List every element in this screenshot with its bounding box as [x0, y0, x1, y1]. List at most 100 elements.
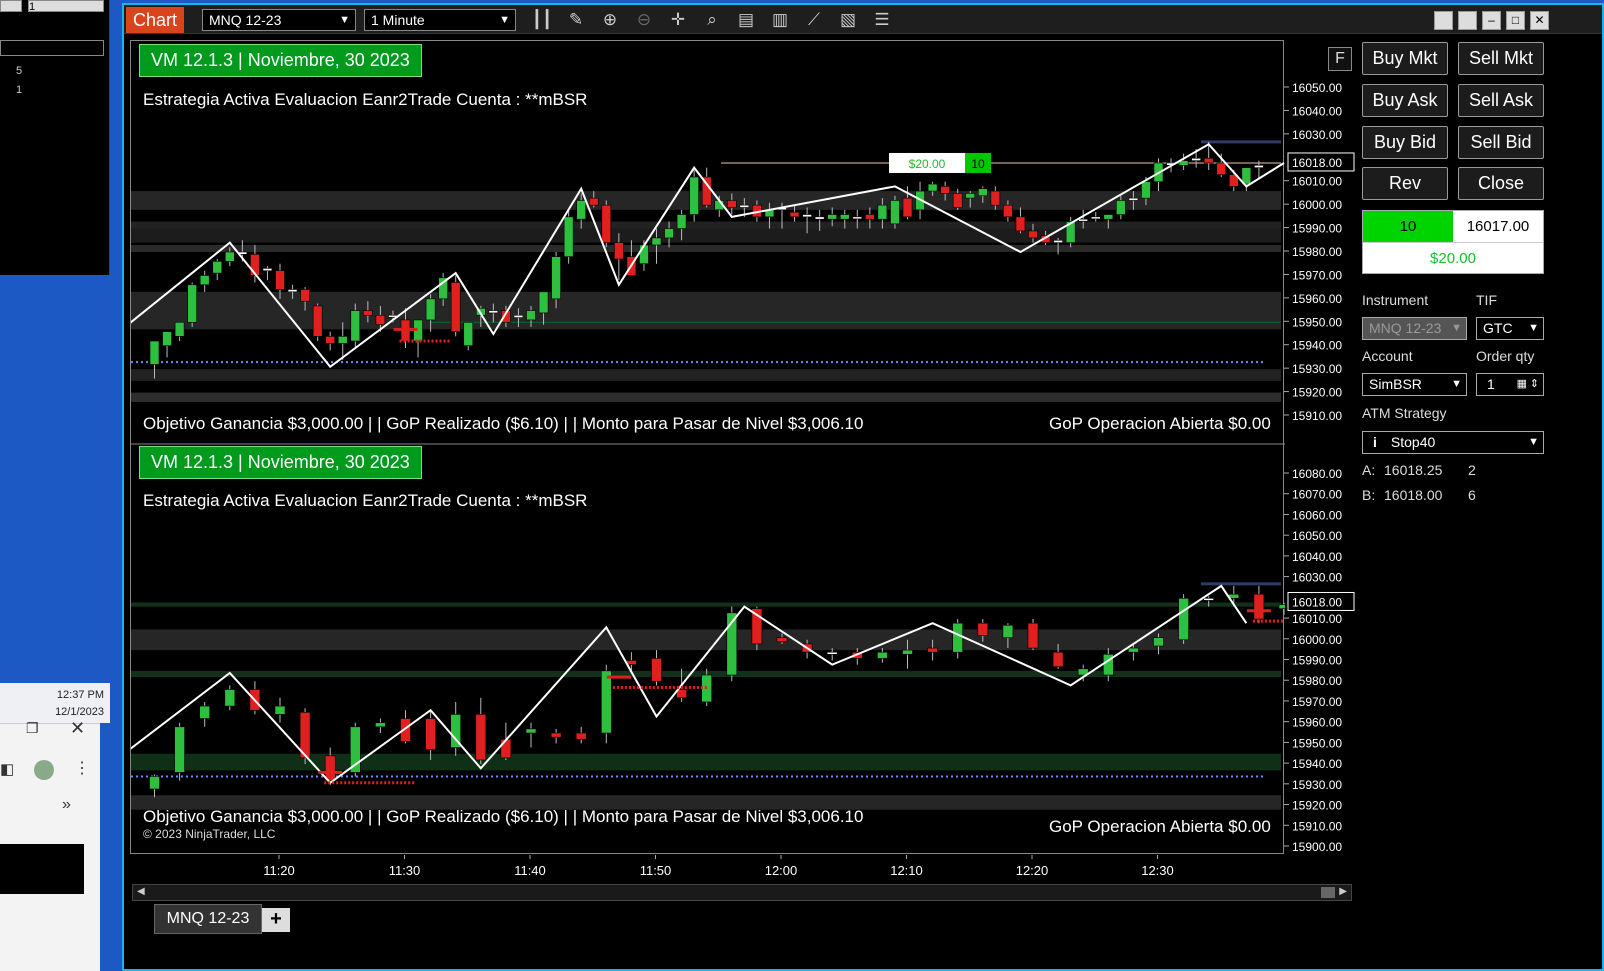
- interval-selector[interactable]: 1 Minute ▼: [364, 9, 516, 31]
- scroll-left-icon[interactable]: ◀: [137, 886, 145, 897]
- info-icon[interactable]: i: [1373, 434, 1377, 450]
- candle: [1052, 651, 1064, 668]
- position-qty: 10: [1363, 211, 1453, 242]
- tile-icon[interactable]: [1458, 11, 1477, 30]
- candle: [839, 214, 850, 220]
- candle: [739, 204, 750, 208]
- buy-ask-button[interactable]: Buy Ask: [1362, 84, 1448, 117]
- candle: [601, 204, 612, 243]
- draw-pencil-icon[interactable]: ✎: [564, 9, 588, 31]
- properties-icon[interactable]: ▤: [734, 9, 758, 31]
- y-tick-label: 15910.00: [1292, 819, 1342, 833]
- y-tick-label: 15990.00: [1292, 222, 1342, 236]
- x-tick-label: 11:30: [389, 863, 421, 878]
- close-icon[interactable]: ✕: [1530, 11, 1549, 30]
- candle: [977, 622, 989, 636]
- y-tick-label: 15990.00: [1292, 654, 1342, 668]
- zone-band: [131, 392, 1281, 402]
- order-qty-stepper[interactable]: 1 ▦ ⇕: [1476, 373, 1544, 396]
- buy-bid-button[interactable]: Buy Bid: [1362, 126, 1448, 159]
- y-tick-label: 15940.00: [1292, 339, 1342, 353]
- candle: [551, 256, 561, 300]
- tif-label: TIF: [1476, 292, 1497, 308]
- candle: [350, 310, 361, 342]
- minimize-icon[interactable]: –: [1482, 11, 1501, 30]
- chevron-down-icon: ▼: [1528, 436, 1539, 448]
- y-tick-label: 15930.00: [1292, 362, 1342, 376]
- candle: [425, 718, 436, 750]
- indicators-icon[interactable]: ⟋: [802, 9, 826, 31]
- candle: [463, 321, 474, 347]
- candle: [375, 722, 386, 728]
- scroll-thumb[interactable]: [1321, 887, 1335, 898]
- candle: [363, 310, 373, 316]
- tile-icon[interactable]: [1434, 11, 1453, 30]
- reverse-button[interactable]: Rev: [1362, 167, 1448, 200]
- chart-window-label[interactable]: Chart: [126, 7, 184, 33]
- add-tab-button[interactable]: +: [262, 908, 290, 932]
- candle: [990, 190, 1001, 206]
- candle: [312, 305, 323, 337]
- maximize-icon[interactable]: □: [1506, 11, 1525, 30]
- sidebar-icon[interactable]: ◧: [0, 760, 14, 778]
- y-tick-label: 15960.00: [1292, 716, 1342, 730]
- chart-trader-icon[interactable]: ▥: [768, 9, 792, 31]
- strategies-icon[interactable]: ▧: [836, 9, 860, 31]
- zoom-in-icon[interactable]: ⊕: [598, 9, 622, 31]
- candle: [827, 214, 838, 220]
- close-position-button[interactable]: Close: [1458, 167, 1544, 200]
- chevron-down-icon: ▼: [1451, 378, 1462, 390]
- tif-select[interactable]: GTC ▼: [1476, 317, 1544, 340]
- tab-instrument[interactable]: MNQ 12-23: [154, 904, 262, 934]
- candle: [513, 314, 524, 318]
- candle: [1015, 216, 1026, 232]
- buy-market-button[interactable]: Buy Mkt: [1362, 42, 1448, 75]
- data-box-icon[interactable]: ⌕: [700, 9, 724, 31]
- bg-select[interactable]: [0, 40, 104, 56]
- horizontal-scrollbar[interactable]: ◀ ▶: [132, 884, 1352, 901]
- candle: [1141, 181, 1151, 199]
- candle: [676, 214, 687, 229]
- list-icon[interactable]: ☰: [870, 9, 894, 31]
- account-select[interactable]: SimBSR ▼: [1362, 373, 1467, 396]
- footer-stats: Objetivo Ganancia $3,000.00 | | GoP Real…: [143, 807, 864, 826]
- candle: [1178, 598, 1189, 641]
- y-tick-label: 15970.00: [1292, 695, 1342, 709]
- y-tick-label: 15980.00: [1292, 245, 1342, 259]
- tab-bar: MNQ 12-23 +: [130, 902, 1358, 937]
- avatar[interactable]: [34, 760, 54, 780]
- overflow-chevron-icon[interactable]: »: [62, 796, 71, 814]
- zoom-out-icon[interactable]: ⊖: [632, 9, 656, 31]
- position-display: 10 16017.00 $20.00: [1362, 210, 1544, 274]
- zone-band: [131, 629, 1281, 651]
- price-axis[interactable]: 16050.00 16040.00 16030.00 16010.00 16000.00…: [1284, 40, 1366, 900]
- stepper-arrows-icon[interactable]: ⇕: [1530, 374, 1539, 395]
- more-menu-icon[interactable]: ⋮: [74, 758, 90, 778]
- time-axis[interactable]: 11:20 11:30 11:40 11:50 12:00 12:10 12:20 12:30: [130, 855, 1284, 883]
- chart-window: Chart MNQ 12-23 ▼ 1 Minute ▼ ┃┃ ✎ ⊕ ⊖ ✛ ⌕ …: [122, 3, 1604, 971]
- scroll-right-icon[interactable]: ▶: [1339, 886, 1347, 897]
- bg-dropdown[interactable]: [0, 0, 22, 12]
- sell-ask-button[interactable]: Sell Ask: [1458, 84, 1544, 117]
- bg-field[interactable]: 1: [28, 0, 104, 13]
- calculator-icon[interactable]: ▦: [1517, 374, 1527, 395]
- bar-type-icon[interactable]: ┃┃: [530, 9, 554, 31]
- y-tick-label: 16040.00: [1292, 104, 1342, 118]
- atm-strategy-select[interactable]: i Stop40 ▼: [1362, 431, 1544, 454]
- candle: [375, 314, 386, 325]
- y-tick-label: 16000.00: [1292, 633, 1342, 647]
- y-tick-label: 16050.00: [1292, 529, 1342, 543]
- instrument-field: MNQ 12-23 ▼: [1362, 317, 1467, 340]
- y-tick-label: 15980.00: [1292, 674, 1342, 688]
- sell-market-button[interactable]: Sell Mkt: [1458, 42, 1544, 75]
- ask-label: A:: [1362, 462, 1376, 478]
- sell-bid-button[interactable]: Sell Bid: [1458, 126, 1544, 159]
- clock-date: 12/1/2023: [55, 706, 104, 718]
- restore-icon[interactable]: ❐: [26, 720, 39, 737]
- instrument-selector[interactable]: MNQ 12-23 ▼: [202, 9, 356, 31]
- crosshair-icon[interactable]: ✛: [666, 9, 690, 31]
- close-icon[interactable]: ✕: [70, 718, 85, 739]
- candle: [1216, 162, 1227, 175]
- chart-panel[interactable]: $20.00 10 VM 12.1.3 | Noviembre, 30 2023 …: [130, 40, 1285, 854]
- x-tick-label: 12:10: [890, 863, 923, 878]
